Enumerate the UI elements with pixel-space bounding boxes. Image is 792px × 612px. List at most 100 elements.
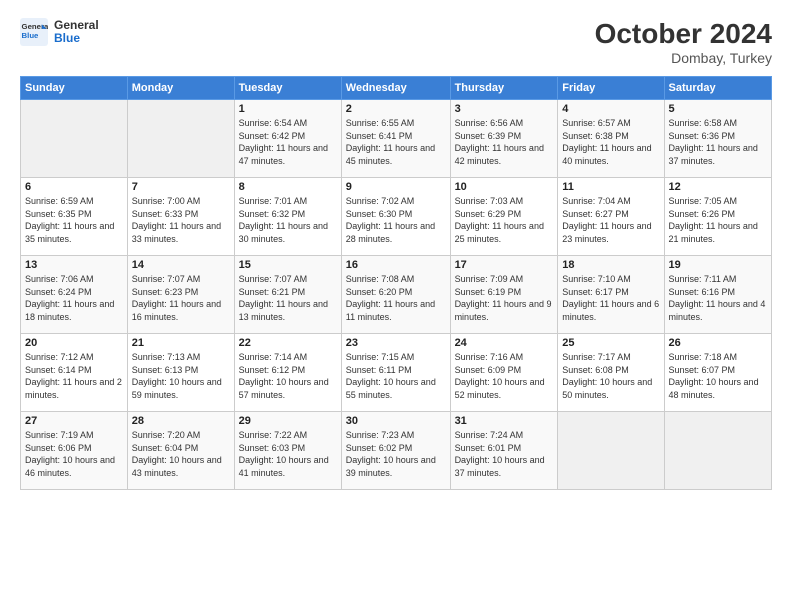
day-number: 14 bbox=[132, 259, 230, 271]
calendar-day-cell: 26 Sunrise: 7:18 AMSunset: 6:07 PMDayligh… bbox=[664, 334, 771, 412]
weekday-header-row: SundayMondayTuesdayWednesdayThursdayFrid… bbox=[21, 77, 772, 100]
day-number: 29 bbox=[239, 415, 337, 427]
day-info: Sunrise: 6:55 AMSunset: 6:41 PMDaylight:… bbox=[346, 117, 446, 167]
calendar-week-row: 20 Sunrise: 7:12 AMSunset: 6:14 PMDayligh… bbox=[21, 334, 772, 412]
calendar-day-cell bbox=[664, 412, 771, 490]
day-info: Sunrise: 7:13 AMSunset: 6:13 PMDaylight:… bbox=[132, 351, 230, 401]
day-info: Sunrise: 7:19 AMSunset: 6:06 PMDaylight:… bbox=[25, 429, 123, 479]
calendar-day-cell: 21 Sunrise: 7:13 AMSunset: 6:13 PMDayligh… bbox=[127, 334, 234, 412]
calendar-day-cell: 12 Sunrise: 7:05 AMSunset: 6:26 PMDayligh… bbox=[664, 178, 771, 256]
day-info: Sunrise: 7:17 AMSunset: 6:08 PMDaylight:… bbox=[562, 351, 659, 401]
day-number: 10 bbox=[455, 181, 554, 193]
day-number: 22 bbox=[239, 337, 337, 349]
day-number: 1 bbox=[239, 103, 337, 115]
day-number: 5 bbox=[669, 103, 767, 115]
day-info: Sunrise: 7:12 AMSunset: 6:14 PMDaylight:… bbox=[25, 351, 123, 401]
calendar-week-row: 6 Sunrise: 6:59 AMSunset: 6:35 PMDaylight… bbox=[21, 178, 772, 256]
day-number: 6 bbox=[25, 181, 123, 193]
calendar-day-cell: 17 Sunrise: 7:09 AMSunset: 6:19 PMDayligh… bbox=[450, 256, 558, 334]
day-number: 19 bbox=[669, 259, 767, 271]
day-info: Sunrise: 7:11 AMSunset: 6:16 PMDaylight:… bbox=[669, 273, 767, 323]
day-info: Sunrise: 6:59 AMSunset: 6:35 PMDaylight:… bbox=[25, 195, 123, 245]
day-number: 26 bbox=[669, 337, 767, 349]
calendar-day-cell: 16Sunrise: 7:08 AMSunset: 6:20 PMDayligh… bbox=[341, 256, 450, 334]
calendar-day-cell: 13Sunrise: 7:06 AMSunset: 6:24 PMDayligh… bbox=[21, 256, 128, 334]
calendar-day-cell: 22Sunrise: 7:14 AMSunset: 6:12 PMDayligh… bbox=[234, 334, 341, 412]
calendar-day-cell: 18 Sunrise: 7:10 AMSunset: 6:17 PMDayligh… bbox=[558, 256, 664, 334]
day-info: Sunrise: 6:57 AMSunset: 6:38 PMDaylight:… bbox=[562, 117, 659, 167]
weekday-header-cell: Sunday bbox=[21, 77, 128, 100]
calendar-day-cell: 31 Sunrise: 7:24 AMSunset: 6:01 PMDayligh… bbox=[450, 412, 558, 490]
day-number: 21 bbox=[132, 337, 230, 349]
day-info: Sunrise: 7:00 AMSunset: 6:33 PMDaylight:… bbox=[132, 195, 230, 245]
day-info: Sunrise: 7:16 AMSunset: 6:09 PMDaylight:… bbox=[455, 351, 554, 401]
logo-icon: General Blue bbox=[20, 18, 48, 46]
day-info: Sunrise: 7:15 AMSunset: 6:11 PMDaylight:… bbox=[346, 351, 446, 401]
day-info: Sunrise: 7:04 AMSunset: 6:27 PMDaylight:… bbox=[562, 195, 659, 245]
weekday-header-cell: Friday bbox=[558, 77, 664, 100]
calendar-day-cell: 15Sunrise: 7:07 AMSunset: 6:21 PMDayligh… bbox=[234, 256, 341, 334]
day-info: Sunrise: 7:20 AMSunset: 6:04 PMDaylight:… bbox=[132, 429, 230, 479]
day-info: Sunrise: 7:06 AMSunset: 6:24 PMDaylight:… bbox=[25, 273, 123, 323]
calendar-day-cell: 2Sunrise: 6:55 AMSunset: 6:41 PMDaylight… bbox=[341, 100, 450, 178]
day-info: Sunrise: 7:10 AMSunset: 6:17 PMDaylight:… bbox=[562, 273, 659, 323]
calendar-body: 1 Sunrise: 6:54 AMSunset: 6:42 PMDaylight… bbox=[21, 100, 772, 490]
day-info: Sunrise: 7:07 AMSunset: 6:21 PMDaylight:… bbox=[239, 273, 337, 323]
weekday-header-cell: Wednesday bbox=[341, 77, 450, 100]
weekday-header-cell: Saturday bbox=[664, 77, 771, 100]
logo-text-blue: Blue bbox=[54, 32, 99, 45]
calendar-day-cell: 29 Sunrise: 7:22 AMSunset: 6:03 PMDayligh… bbox=[234, 412, 341, 490]
day-number: 3 bbox=[455, 103, 554, 115]
calendar-day-cell: 27Sunrise: 7:19 AMSunset: 6:06 PMDayligh… bbox=[21, 412, 128, 490]
day-info: Sunrise: 6:58 AMSunset: 6:36 PMDaylight:… bbox=[669, 117, 767, 167]
day-info: Sunrise: 7:23 AMSunset: 6:02 PMDaylight:… bbox=[346, 429, 446, 479]
day-number: 23 bbox=[346, 337, 446, 349]
day-info: Sunrise: 6:54 AMSunset: 6:42 PMDaylight:… bbox=[239, 117, 337, 167]
calendar-day-cell: 19 Sunrise: 7:11 AMSunset: 6:16 PMDayligh… bbox=[664, 256, 771, 334]
day-number: 7 bbox=[132, 181, 230, 193]
day-info: Sunrise: 7:18 AMSunset: 6:07 PMDaylight:… bbox=[669, 351, 767, 401]
day-info: Sunrise: 7:07 AMSunset: 6:23 PMDaylight:… bbox=[132, 273, 230, 323]
weekday-header-cell: Monday bbox=[127, 77, 234, 100]
location-subtitle: Dombay, Turkey bbox=[595, 50, 772, 66]
calendar-day-cell: 14 Sunrise: 7:07 AMSunset: 6:23 PMDayligh… bbox=[127, 256, 234, 334]
day-info: Sunrise: 7:03 AMSunset: 6:29 PMDaylight:… bbox=[455, 195, 554, 245]
calendar-day-cell: 6 Sunrise: 6:59 AMSunset: 6:35 PMDaylight… bbox=[21, 178, 128, 256]
day-number: 17 bbox=[455, 259, 554, 271]
day-number: 30 bbox=[346, 415, 446, 427]
calendar-week-row: 1 Sunrise: 6:54 AMSunset: 6:42 PMDaylight… bbox=[21, 100, 772, 178]
page-header: General Blue General Blue October 2024 D… bbox=[20, 18, 772, 66]
calendar-header: SundayMondayTuesdayWednesdayThursdayFrid… bbox=[21, 77, 772, 100]
day-info: Sunrise: 7:09 AMSunset: 6:19 PMDaylight:… bbox=[455, 273, 554, 323]
weekday-header-cell: Thursday bbox=[450, 77, 558, 100]
calendar-day-cell: 24 Sunrise: 7:16 AMSunset: 6:09 PMDayligh… bbox=[450, 334, 558, 412]
calendar-day-cell bbox=[127, 100, 234, 178]
day-number: 11 bbox=[562, 181, 659, 193]
day-number: 12 bbox=[669, 181, 767, 193]
day-info: Sunrise: 7:02 AMSunset: 6:30 PMDaylight:… bbox=[346, 195, 446, 245]
calendar-day-cell bbox=[21, 100, 128, 178]
day-number: 18 bbox=[562, 259, 659, 271]
calendar-day-cell: 9 Sunrise: 7:02 AMSunset: 6:30 PMDaylight… bbox=[341, 178, 450, 256]
day-number: 9 bbox=[346, 181, 446, 193]
day-number: 31 bbox=[455, 415, 554, 427]
calendar-day-cell: 30 Sunrise: 7:23 AMSunset: 6:02 PMDayligh… bbox=[341, 412, 450, 490]
day-info: Sunrise: 7:24 AMSunset: 6:01 PMDaylight:… bbox=[455, 429, 554, 479]
day-number: 28 bbox=[132, 415, 230, 427]
day-number: 20 bbox=[25, 337, 123, 349]
calendar-week-row: 13Sunrise: 7:06 AMSunset: 6:24 PMDayligh… bbox=[21, 256, 772, 334]
day-number: 24 bbox=[455, 337, 554, 349]
calendar-page: General Blue General Blue October 2024 D… bbox=[0, 0, 792, 612]
day-info: Sunrise: 7:22 AMSunset: 6:03 PMDaylight:… bbox=[239, 429, 337, 479]
calendar-day-cell: 28 Sunrise: 7:20 AMSunset: 6:04 PMDayligh… bbox=[127, 412, 234, 490]
day-number: 16 bbox=[346, 259, 446, 271]
calendar-day-cell: 4Sunrise: 6:57 AMSunset: 6:38 PMDaylight… bbox=[558, 100, 664, 178]
title-block: October 2024 Dombay, Turkey bbox=[595, 18, 772, 66]
day-info: Sunrise: 7:05 AMSunset: 6:26 PMDaylight:… bbox=[669, 195, 767, 245]
day-info: Sunrise: 7:01 AMSunset: 6:32 PMDaylight:… bbox=[239, 195, 337, 245]
calendar-day-cell: 20 Sunrise: 7:12 AMSunset: 6:14 PMDayligh… bbox=[21, 334, 128, 412]
calendar-day-cell: 5 Sunrise: 6:58 AMSunset: 6:36 PMDaylight… bbox=[664, 100, 771, 178]
svg-text:General: General bbox=[22, 22, 48, 31]
calendar-day-cell: 7 Sunrise: 7:00 AMSunset: 6:33 PMDaylight… bbox=[127, 178, 234, 256]
month-title: October 2024 bbox=[595, 18, 772, 50]
